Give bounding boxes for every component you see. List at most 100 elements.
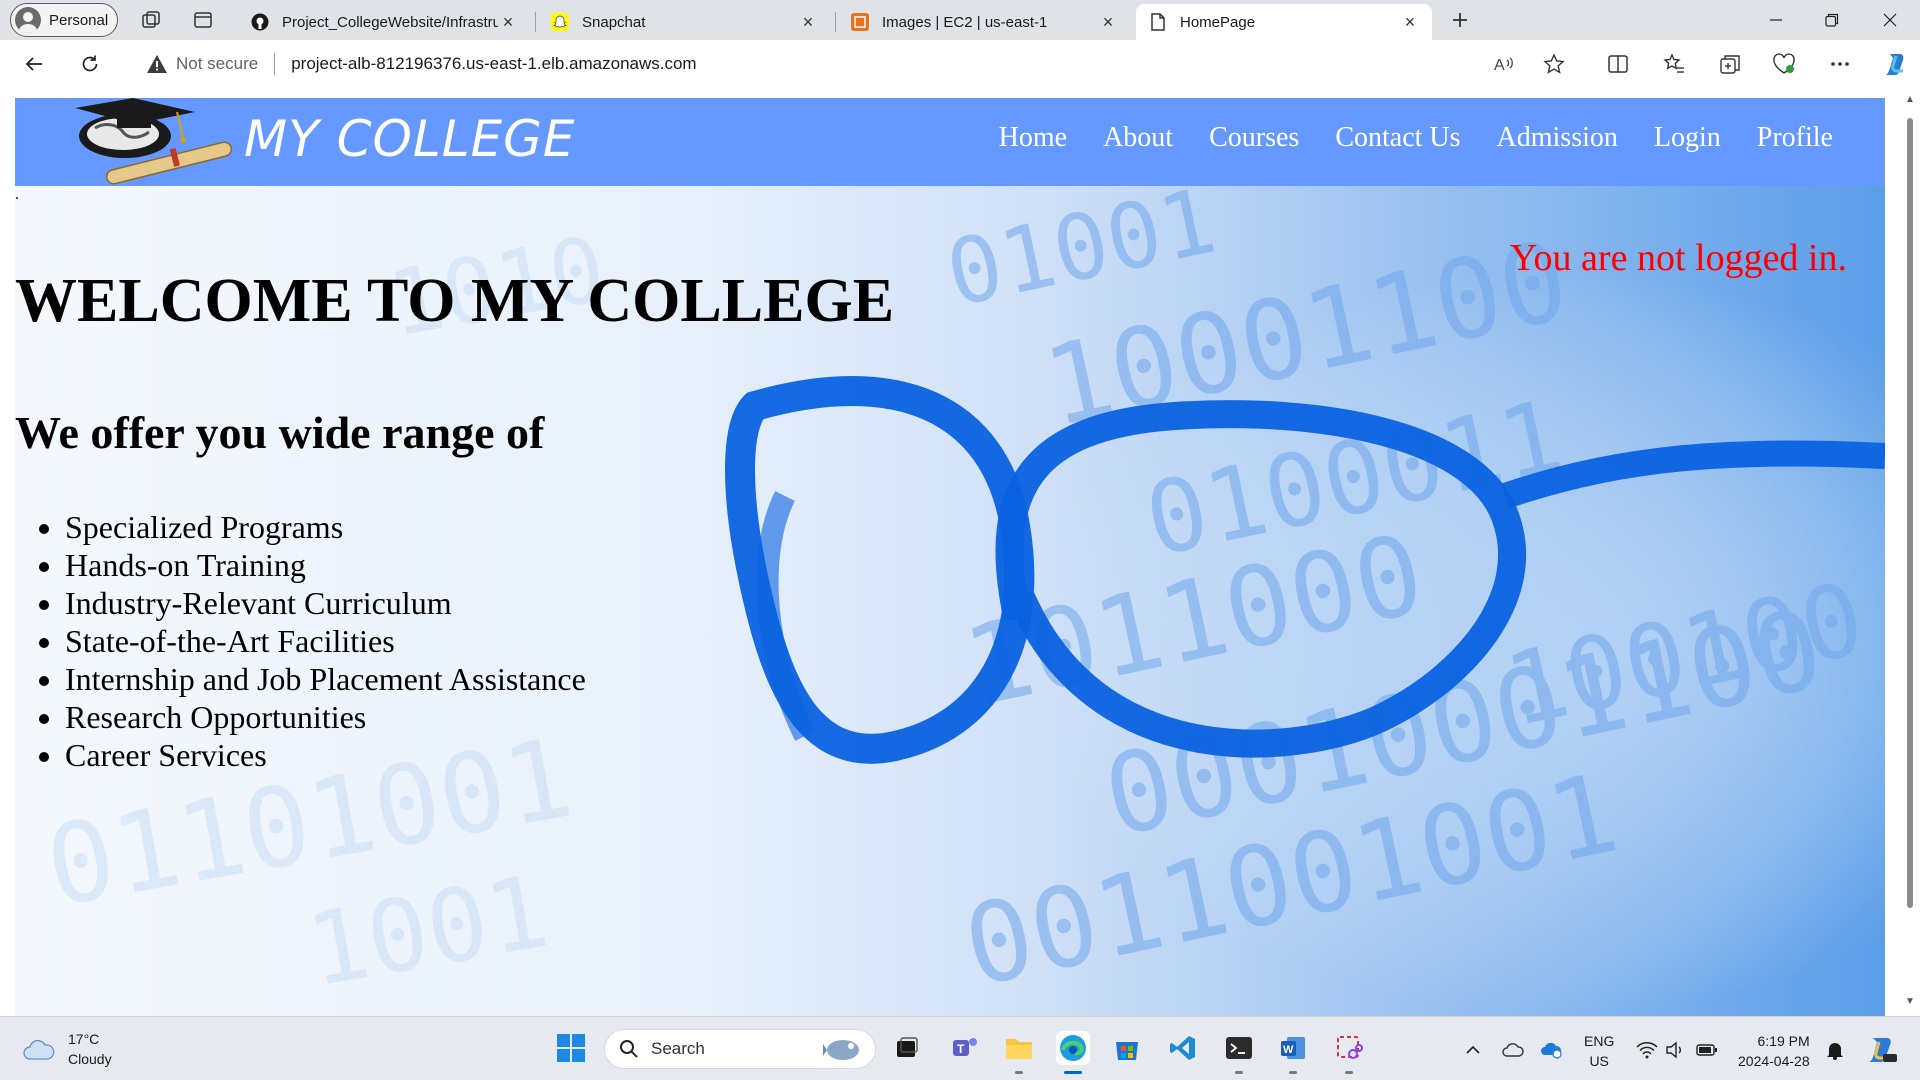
collections-icon[interactable] xyxy=(1718,52,1742,76)
language-indicator[interactable]: ENG US xyxy=(1584,1031,1614,1071)
page-icon xyxy=(1148,12,1168,32)
list-item: Career Services xyxy=(65,736,586,774)
nav-admission[interactable]: Admission xyxy=(1497,122,1618,154)
snapchat-icon xyxy=(550,12,570,32)
volume-icon[interactable] xyxy=(1664,1039,1686,1061)
address-bar[interactable]: Not secure project-alb-812196376.us-east… xyxy=(126,44,1582,84)
offer-heading: We offer you wide range of xyxy=(15,407,545,458)
tab-close-icon[interactable]: × xyxy=(1098,12,1118,33)
profile-button[interactable]: Personal xyxy=(10,3,118,37)
workspaces-icon[interactable] xyxy=(139,8,163,32)
tab-homepage[interactable]: HomePage × xyxy=(1136,4,1432,40)
search-placeholder: Search xyxy=(651,1039,705,1058)
edge-icon[interactable] xyxy=(1056,1031,1090,1065)
taskbar: 17°C Cloudy Search T W ENG US 6:19 PM 20… xyxy=(0,1016,1920,1080)
stray-dot: . xyxy=(15,186,19,203)
nav-courses[interactable]: Courses xyxy=(1209,122,1299,154)
tab-strip: Personal Project_CollegeWebsite/Infrastr… xyxy=(0,0,1920,40)
profile-avatar-icon xyxy=(15,7,41,33)
vscode-icon[interactable] xyxy=(1166,1031,1200,1065)
nav-profile[interactable]: Profile xyxy=(1757,122,1833,154)
nav-about[interactable]: About xyxy=(1103,122,1173,154)
taskbar-search[interactable]: Search xyxy=(604,1029,876,1069)
copilot-icon[interactable] xyxy=(1882,50,1910,78)
list-item: Hands-on Training xyxy=(65,546,586,584)
clock[interactable]: 6:19 PM 2024-04-28 xyxy=(1738,1031,1810,1071)
list-item: State-of-the-Art Facilities xyxy=(65,622,586,660)
vertical-tabs-icon[interactable] xyxy=(191,8,215,32)
scroll-thumb[interactable] xyxy=(1907,118,1913,908)
language-label: ENG xyxy=(1584,1033,1615,1049)
microsoft-store-icon[interactable] xyxy=(1110,1031,1144,1065)
site-nav: Home About Courses Contact Us Admission … xyxy=(999,122,1833,154)
not-secure-label[interactable]: Not secure xyxy=(176,54,258,74)
page-viewport: MY COLLEGE Home About Courses Contact Us… xyxy=(0,88,1920,1016)
svg-text:T: T xyxy=(957,1042,965,1056)
close-window-icon[interactable] xyxy=(1862,0,1918,40)
profile-label: Personal xyxy=(49,11,109,29)
tab-close-icon[interactable]: × xyxy=(498,12,518,33)
new-tab-icon[interactable] xyxy=(1448,8,1472,32)
windows-start-icon[interactable] xyxy=(554,1031,588,1065)
refresh-icon[interactable] xyxy=(74,48,106,80)
site-name[interactable]: MY COLLEGE xyxy=(244,110,575,168)
svg-text:W: W xyxy=(1283,1044,1294,1056)
teams-icon[interactable]: T xyxy=(948,1031,982,1065)
tab-title: Project_CollegeWebsite/Infrastru xyxy=(282,13,498,31)
college-logo[interactable] xyxy=(65,98,245,186)
tab-github[interactable]: Project_CollegeWebsite/Infrastru × xyxy=(238,4,530,40)
show-hidden-icons-icon[interactable] xyxy=(1462,1039,1484,1061)
browser-essentials-icon[interactable] xyxy=(1772,52,1796,76)
browser-toolbar: Not secure project-alb-812196376.us-east… xyxy=(0,40,1920,88)
word-icon[interactable]: W xyxy=(1276,1031,1310,1065)
favorite-star-icon[interactable] xyxy=(1542,52,1566,76)
list-item: Research Opportunities xyxy=(65,698,586,736)
weather-temp: 17°C xyxy=(68,1031,100,1047)
url-text[interactable]: project-alb-812196376.us-east-1.elb.amaz… xyxy=(291,54,696,74)
hero-section: 01001 10001100 0100011 1011000 000100011… xyxy=(15,186,1885,1016)
tab-title: Images | EC2 | us-east-1 xyxy=(882,13,1048,31)
svg-text:A: A xyxy=(1494,57,1505,74)
favorites-icon[interactable] xyxy=(1662,52,1686,76)
battery-icon[interactable] xyxy=(1696,1039,1718,1061)
restore-icon[interactable] xyxy=(1804,0,1860,40)
split-screen-icon[interactable] xyxy=(1606,52,1630,76)
scroll-down-icon[interactable]: ▼ xyxy=(1905,997,1915,1007)
wifi-icon[interactable] xyxy=(1636,1039,1658,1061)
more-options-icon[interactable] xyxy=(1828,52,1852,76)
tab-snapchat[interactable]: Snapchat × xyxy=(538,4,830,40)
welcome-heading: WELCOME TO MY COLLEGE xyxy=(15,267,895,335)
github-icon xyxy=(250,12,270,32)
clock-date: 2024-04-28 xyxy=(1738,1053,1810,1069)
snipping-tool-icon[interactable] xyxy=(1332,1031,1366,1065)
copilot-preview-icon[interactable] xyxy=(1866,1033,1898,1065)
task-view-icon[interactable] xyxy=(890,1031,924,1065)
terminal-icon[interactable] xyxy=(1222,1031,1256,1065)
tab-title: Snapchat xyxy=(582,13,646,31)
notification-bell-icon[interactable] xyxy=(1824,1039,1846,1061)
back-icon[interactable] xyxy=(18,48,50,80)
tab-close-icon[interactable]: × xyxy=(798,12,818,33)
search-highlight-icon xyxy=(823,1040,859,1060)
scroll-up-icon[interactable]: ▲ xyxy=(1905,95,1915,105)
programs-list: Specialized Programs Hands-on Training I… xyxy=(65,508,586,774)
read-aloud-icon[interactable]: A xyxy=(1492,52,1516,76)
file-explorer-icon[interactable] xyxy=(1002,1031,1036,1065)
weather-widget[interactable]: 17°C Cloudy xyxy=(22,1029,112,1069)
site-header: MY COLLEGE Home About Courses Contact Us… xyxy=(15,98,1885,186)
search-icon xyxy=(620,1040,638,1058)
website: MY COLLEGE Home About Courses Contact Us… xyxy=(15,98,1885,1016)
tab-aws-ec2[interactable]: Images | EC2 | us-east-1 × xyxy=(838,4,1130,40)
nav-login[interactable]: Login xyxy=(1654,122,1721,154)
onedrive-sync-icon[interactable] xyxy=(1540,1039,1562,1061)
tab-close-icon[interactable]: × xyxy=(1400,12,1420,33)
cloud-icon xyxy=(23,1039,55,1060)
page-scrollbar[interactable]: ▲ ▼ xyxy=(1900,88,1920,1016)
tab-title: HomePage xyxy=(1180,13,1256,31)
onedrive-icon[interactable] xyxy=(1502,1039,1524,1061)
list-item: Specialized Programs xyxy=(65,508,586,546)
minimize-icon[interactable] xyxy=(1748,0,1804,40)
nav-contact-us[interactable]: Contact Us xyxy=(1335,122,1460,154)
warning-icon[interactable] xyxy=(146,53,168,75)
nav-home[interactable]: Home xyxy=(999,122,1067,154)
